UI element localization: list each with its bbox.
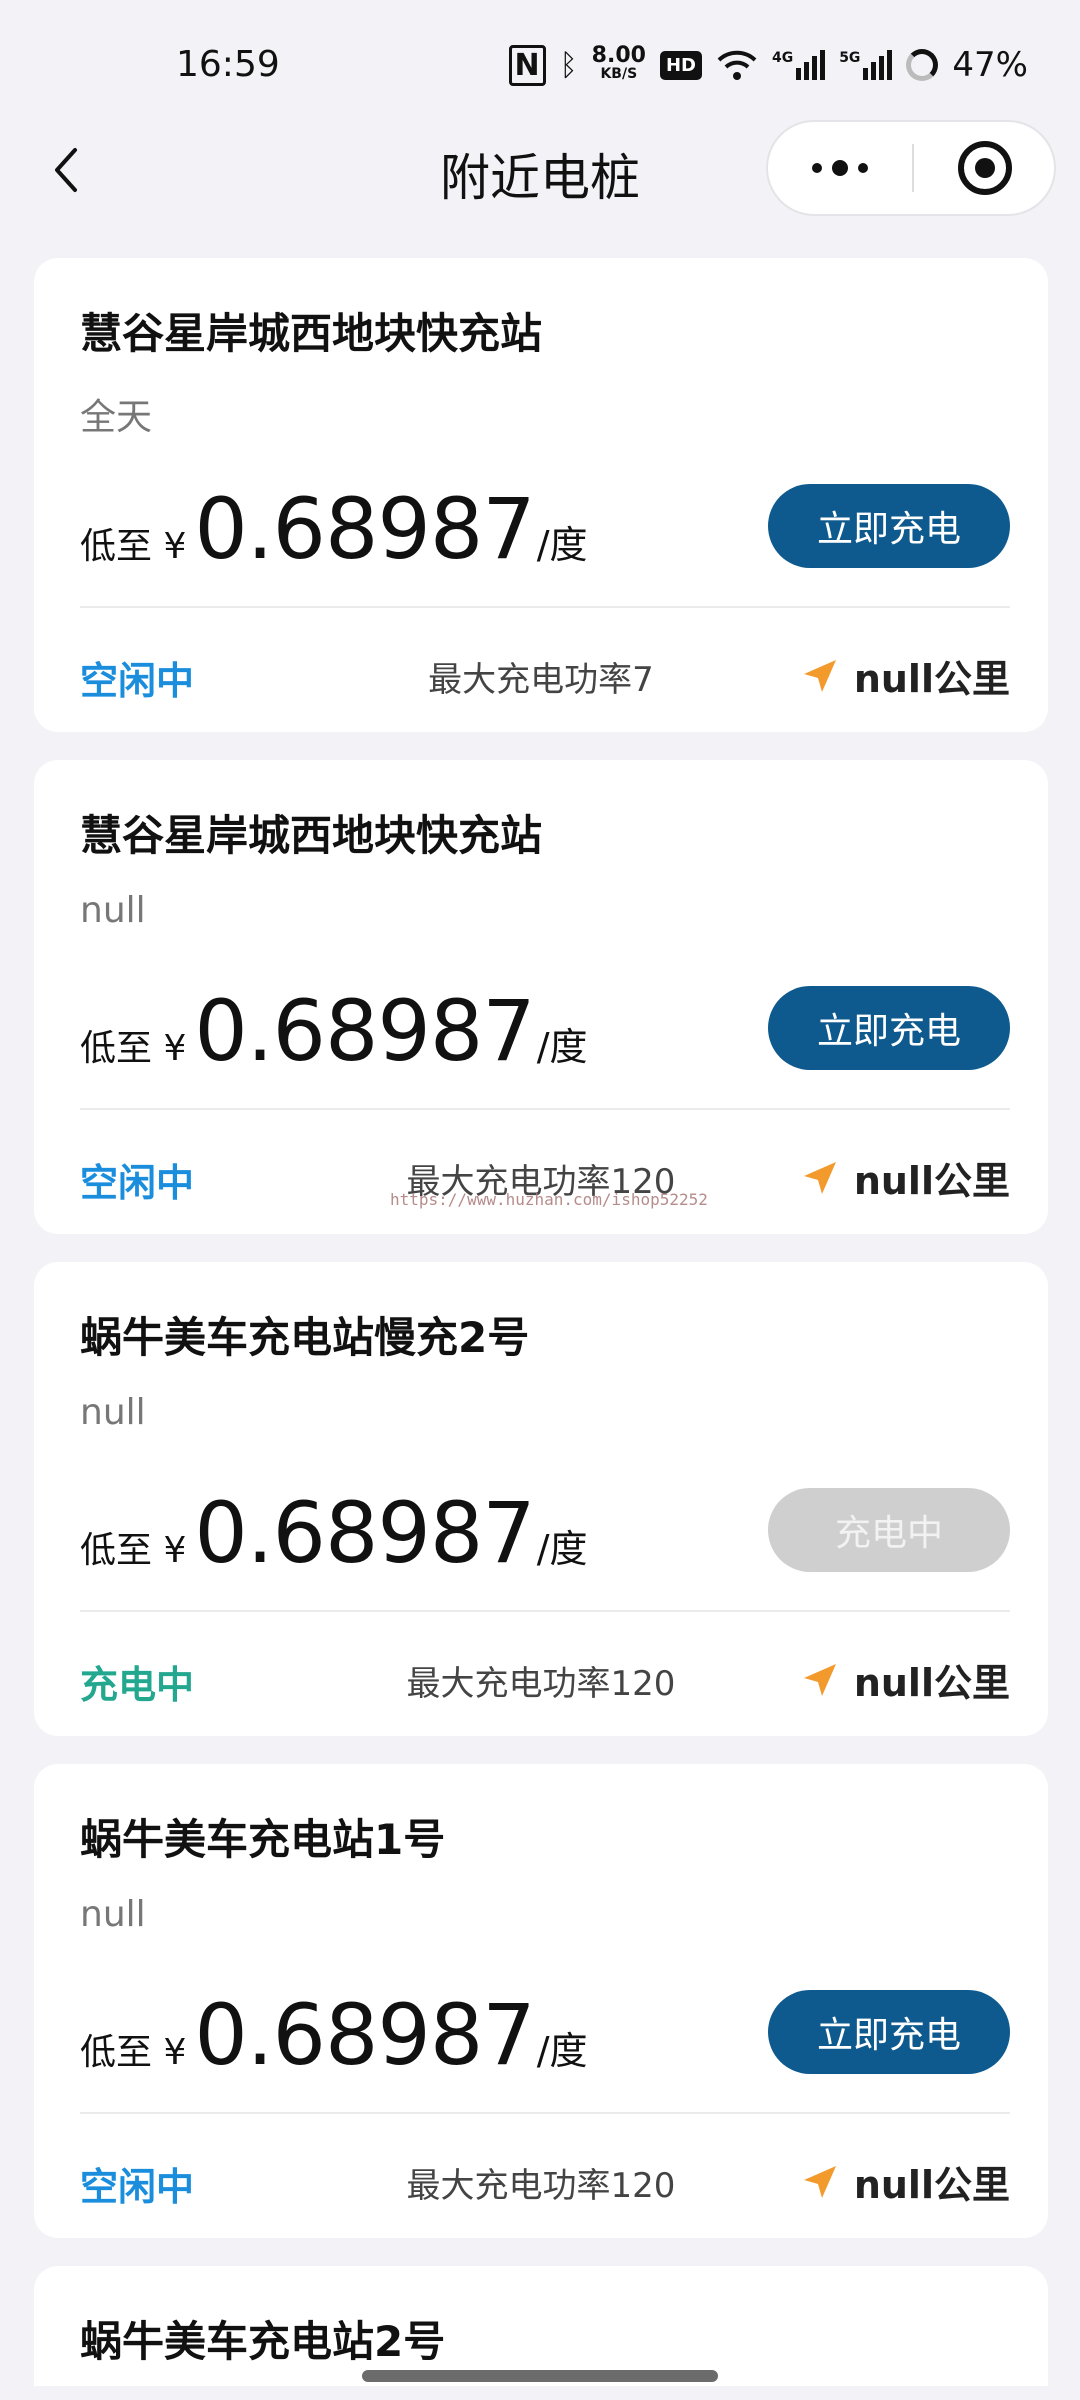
- station-list: 慧谷星岸城西地块快充站 全天 低至 ¥ 0.68987 /度 立即充电 空闲中 …: [34, 258, 1048, 2386]
- miniprogram-capsule: [766, 120, 1056, 216]
- price-value: 0.68987: [194, 480, 535, 578]
- price-row: 低至 ¥ 0.68987 /度: [80, 982, 588, 1080]
- price-unit: /度: [536, 2029, 588, 2073]
- price-value: 0.68987: [194, 1986, 535, 2084]
- distance-text: null公里: [853, 1661, 1010, 1705]
- price-value: 0.68987: [194, 982, 535, 1080]
- station-card[interactable]: 蜗牛美车充电站1号 null 低至 ¥ 0.68987 /度 立即充电 空闲中 …: [34, 1764, 1048, 2238]
- target-circle-icon: [958, 141, 1012, 195]
- price-row: 低至 ¥ 0.68987 /度: [80, 1484, 588, 1582]
- station-name: 蜗牛美车充电站2号: [80, 2317, 446, 2366]
- nfc-icon: N: [508, 44, 546, 86]
- status-icons: N ᛒ 8.00 KB/S HD 4G 5G 47%: [508, 40, 1028, 90]
- status-bar: 16:59 N ᛒ 8.00 KB/S HD 4G 5G 47%: [0, 0, 1080, 130]
- nav-bar: 附近电桩: [0, 118, 1080, 228]
- hd-icon: HD: [659, 50, 702, 80]
- card-divider: [80, 1610, 1010, 1612]
- station-hours: null: [80, 890, 146, 931]
- distance-navigate[interactable]: null公里: [802, 648, 1010, 703]
- close-miniprogram-button[interactable]: [914, 122, 1056, 214]
- distance-navigate[interactable]: null公里: [802, 1150, 1010, 1205]
- card-divider: [80, 1108, 1010, 1110]
- more-dot-icon: [832, 160, 848, 176]
- more-dot-icon: [812, 163, 822, 173]
- station-name: 慧谷星岸城西地块快充站: [80, 309, 543, 358]
- signal-4g-icon: 4G: [771, 50, 826, 80]
- navigation-arrow-icon: [803, 2165, 836, 2198]
- price-unit: /度: [536, 1527, 588, 1571]
- charge-now-button[interactable]: 立即充电: [768, 986, 1010, 1070]
- battery-level: 47%: [952, 45, 1028, 85]
- price-prefix: 低至 ¥: [80, 526, 187, 567]
- station-card[interactable]: 慧谷星岸城西地块快充站 null 低至 ¥ 0.68987 /度 立即充电 空闲…: [34, 760, 1048, 1234]
- more-button[interactable]: [768, 122, 912, 214]
- more-dot-icon: [858, 163, 868, 173]
- navigation-arrow-icon: [803, 1663, 836, 1696]
- card-divider: [80, 606, 1010, 608]
- station-hours: 全天: [80, 397, 153, 438]
- distance-text: null公里: [853, 2163, 1010, 2207]
- navigation-arrow-icon: [803, 1161, 836, 1194]
- station-name: 慧谷星岸城西地块快充站: [80, 811, 543, 860]
- station-hours: null: [80, 1392, 146, 1433]
- distance-text: null公里: [853, 1159, 1010, 1203]
- watermark-text: https://www.huzhan.com/ishop52252: [390, 1190, 708, 1209]
- station-card[interactable]: 蜗牛美车充电站慢充2号 null 低至 ¥ 0.68987 /度 充电中 充电中…: [34, 1262, 1048, 1736]
- station-name: 蜗牛美车充电站1号: [80, 1815, 446, 1864]
- card-divider: [80, 2112, 1010, 2114]
- price-unit: /度: [536, 1025, 588, 1069]
- wifi-icon: [717, 50, 757, 80]
- price-row: 低至 ¥ 0.68987 /度: [80, 480, 588, 578]
- price-prefix: 低至 ¥: [80, 2032, 187, 2073]
- network-speed: 8.00 KB/S: [591, 43, 646, 83]
- distance-text: null公里: [853, 657, 1010, 701]
- price-prefix: 低至 ¥: [80, 1028, 187, 1069]
- signal-4g-label: 4G: [771, 50, 794, 66]
- battery-icon: [906, 49, 939, 81]
- navigation-arrow-icon: [803, 659, 836, 692]
- charging-button[interactable]: 充电中: [768, 1488, 1010, 1572]
- price-value: 0.68987: [194, 1484, 535, 1582]
- signal-5g-icon: 5G: [839, 50, 893, 80]
- charge-now-button[interactable]: 立即充电: [768, 1990, 1010, 2074]
- price-prefix: 低至 ¥: [80, 1530, 187, 1571]
- bluetooth-icon: ᛒ: [559, 47, 578, 83]
- distance-navigate[interactable]: null公里: [802, 2154, 1010, 2209]
- station-card[interactable]: 慧谷星岸城西地块快充站 全天 低至 ¥ 0.68987 /度 立即充电 空闲中 …: [34, 258, 1048, 732]
- station-name: 蜗牛美车充电站慢充2号: [80, 1313, 530, 1362]
- signal-5g-label: 5G: [839, 50, 861, 66]
- network-speed-value: 8.00: [591, 43, 646, 68]
- price-unit: /度: [536, 523, 588, 567]
- price-row: 低至 ¥ 0.68987 /度: [80, 1986, 588, 2084]
- charge-now-button[interactable]: 立即充电: [768, 484, 1010, 568]
- home-indicator[interactable]: [362, 2370, 718, 2382]
- station-hours: null: [80, 1894, 146, 1935]
- status-time: 16:59: [176, 44, 280, 85]
- distance-navigate[interactable]: null公里: [802, 1652, 1010, 1707]
- station-card[interactable]: 蜗牛美车充电站2号: [34, 2266, 1048, 2386]
